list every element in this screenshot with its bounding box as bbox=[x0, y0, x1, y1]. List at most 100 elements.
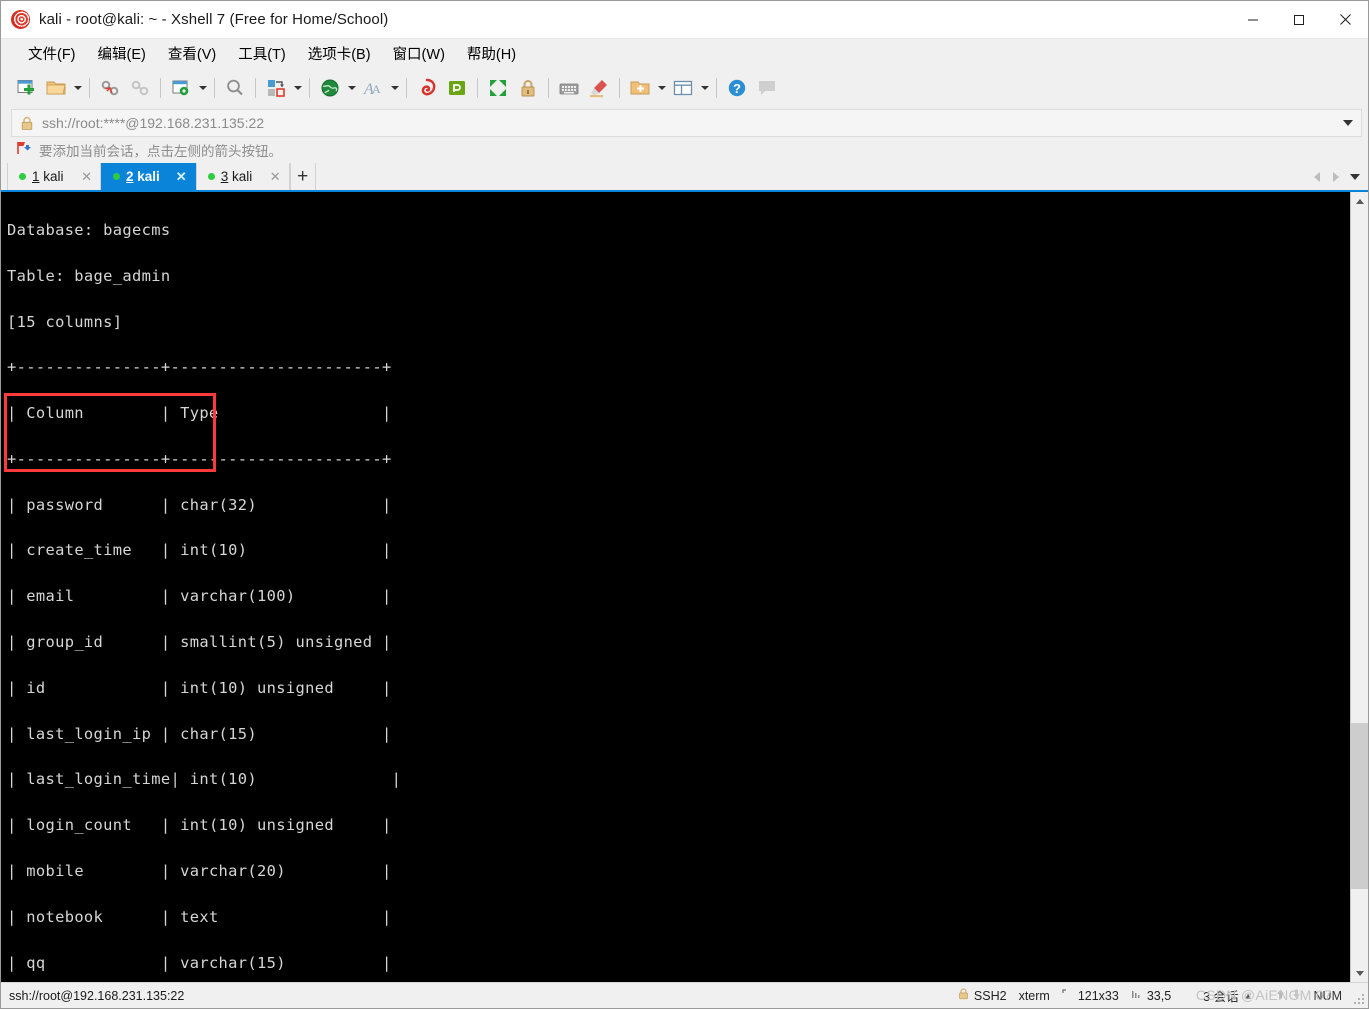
add-folder-dropdown[interactable] bbox=[655, 73, 668, 103]
status-num-lock-label: NUM bbox=[1313, 988, 1342, 1003]
globe-icon[interactable] bbox=[315, 73, 345, 103]
address-input[interactable]: ssh://root:****@192.168.231.135:22 bbox=[42, 115, 1335, 131]
xagent-icon[interactable] bbox=[442, 73, 472, 103]
layout-dropdown[interactable] bbox=[698, 73, 711, 103]
cursor-pos-icon bbox=[1131, 989, 1142, 1003]
toolbar-separator bbox=[406, 78, 407, 98]
status-transfer bbox=[1259, 988, 1308, 1003]
terminal-output[interactable]: Database: bagecms Table: bage_admin [15 … bbox=[1, 192, 1350, 982]
new-tab-button[interactable]: + bbox=[289, 163, 316, 190]
status-sessions[interactable]: 3 会话 ▲ bbox=[1177, 986, 1258, 1005]
resize-grip[interactable] bbox=[1354, 994, 1365, 1005]
find-icon[interactable] bbox=[220, 73, 250, 103]
xftp-icon[interactable] bbox=[412, 73, 442, 103]
add-folder-icon[interactable] bbox=[625, 73, 655, 103]
menu-tools[interactable]: 工具(T) bbox=[227, 39, 297, 68]
upload-icon bbox=[1275, 988, 1286, 1003]
menu-help[interactable]: 帮助(H) bbox=[456, 39, 527, 68]
tab-3-kali[interactable]: 3 kali ✕ bbox=[195, 163, 290, 190]
tab-close-icon[interactable]: ✕ bbox=[166, 170, 187, 183]
font-dropdown[interactable] bbox=[388, 73, 401, 103]
svg-text:?: ? bbox=[733, 81, 741, 96]
open-folder-dropdown[interactable] bbox=[71, 73, 84, 103]
font-icon[interactable]: A A bbox=[358, 73, 388, 103]
status-term-type[interactable]: xterm bbox=[1013, 989, 1056, 1003]
connected-dot-icon bbox=[207, 173, 215, 180]
toolbar-separator bbox=[255, 78, 256, 98]
scroll-down-button[interactable] bbox=[1350, 964, 1368, 982]
address-bar[interactable]: ssh://root:****@192.168.231.135:22 bbox=[11, 109, 1362, 137]
cell-type: | char(15) | bbox=[151, 724, 392, 743]
download-icon bbox=[1291, 988, 1302, 1003]
open-folder-icon[interactable] bbox=[41, 73, 71, 103]
tab-1-kali[interactable]: 1 kali ✕ bbox=[7, 163, 101, 190]
cell-column: email bbox=[26, 587, 75, 606]
tab-close-icon[interactable]: ✕ bbox=[260, 170, 281, 183]
menu-edit[interactable]: 编辑(E) bbox=[87, 39, 157, 68]
window-title: kali - root@kali: ~ - Xshell 7 (Free for… bbox=[39, 11, 389, 28]
status-protocol[interactable]: SSH2 bbox=[952, 988, 1013, 1003]
snail-icon bbox=[8, 7, 33, 31]
menu-window[interactable]: 窗口(W) bbox=[382, 39, 456, 68]
maximize-button[interactable] bbox=[1276, 1, 1322, 39]
cell-column: login_count bbox=[26, 816, 133, 835]
highlight-icon[interactable] bbox=[584, 73, 614, 103]
table-row: | create_time | int(10) | bbox=[7, 541, 392, 560]
cell-type: | varchar(20) | bbox=[83, 862, 392, 881]
tab-list-chevron-down-icon[interactable] bbox=[1346, 166, 1364, 188]
terminal-scrollbar[interactable] bbox=[1350, 192, 1368, 982]
menu-file[interactable]: 文件(F) bbox=[17, 39, 87, 68]
terminal-line-columns: [15 columns] bbox=[7, 312, 123, 331]
lock-icon[interactable] bbox=[513, 73, 543, 103]
session-hint-bar: 要添加当前会话，点击左侧的箭头按钮。 bbox=[1, 137, 1368, 163]
lock-icon bbox=[958, 988, 969, 1003]
close-button[interactable] bbox=[1322, 1, 1368, 39]
table-row: | qq | varchar(15) | bbox=[7, 953, 392, 972]
keyboard-icon[interactable] bbox=[554, 73, 584, 103]
cell-column: create_time bbox=[26, 541, 133, 560]
reconnect-icon[interactable] bbox=[95, 73, 125, 103]
tab-2-kali[interactable]: 2 kali ✕ bbox=[101, 163, 196, 190]
chevron-down-icon[interactable] bbox=[1335, 110, 1361, 136]
new-session-icon[interactable] bbox=[11, 73, 41, 103]
minimize-button[interactable] bbox=[1230, 1, 1276, 39]
chevron-right-icon[interactable] bbox=[1327, 166, 1345, 188]
terminal-line-table: Table: bage_admin bbox=[7, 266, 171, 285]
transfer-icon[interactable] bbox=[261, 73, 291, 103]
cell-type: | int(10) | bbox=[132, 541, 392, 560]
layout-icon[interactable] bbox=[668, 73, 698, 103]
scrollbar-thumb[interactable] bbox=[1350, 722, 1368, 889]
menu-bar: 文件(F) 编辑(E) 查看(V) 工具(T) 选项卡(B) 窗口(W) 帮助(… bbox=[1, 39, 1368, 69]
menu-view[interactable]: 查看(V) bbox=[157, 39, 227, 68]
toolbar-separator bbox=[160, 78, 161, 98]
toolbar-separator bbox=[716, 78, 717, 98]
table-row: | group_id | smallint(5) unsigned | bbox=[7, 633, 392, 652]
cell-column: last_login_ip bbox=[26, 724, 152, 743]
cell-type: | int(10) unsigned | bbox=[132, 816, 392, 835]
sessions-chevron-up-icon[interactable]: ▲ bbox=[1244, 991, 1253, 1001]
status-term-type-label: xterm bbox=[1018, 988, 1050, 1003]
status-bar: ssh://root@192.168.231.135:22 SSH2 xterm… bbox=[1, 982, 1368, 1008]
cell-type: | text | bbox=[103, 907, 392, 926]
terminal-area: Database: bagecms Table: bage_admin [15 … bbox=[1, 190, 1368, 982]
cell-type: | smallint(5) unsigned | bbox=[103, 633, 392, 652]
scrollbar-track[interactable] bbox=[1350, 210, 1368, 964]
globe-dropdown[interactable] bbox=[345, 73, 358, 103]
transfer-dropdown[interactable] bbox=[291, 73, 304, 103]
session-properties-dropdown[interactable] bbox=[196, 73, 209, 103]
cell-type: | char(32) | bbox=[103, 495, 392, 514]
chevron-left-icon[interactable] bbox=[1308, 166, 1326, 188]
terminal-line-database: Database: bagecms bbox=[7, 220, 171, 239]
toolbar: A A ? bbox=[1, 69, 1368, 107]
connected-dot-icon bbox=[113, 173, 120, 180]
scroll-up-button[interactable] bbox=[1350, 192, 1368, 210]
table-row: | password | char(32) | bbox=[7, 495, 392, 514]
fullscreen-icon[interactable] bbox=[483, 73, 513, 103]
menu-tabs[interactable]: 选项卡(B) bbox=[297, 39, 382, 68]
status-cursor-position: 33,5 bbox=[1125, 989, 1177, 1003]
session-properties-icon[interactable] bbox=[166, 73, 196, 103]
table-row: | last_login_time| int(10) | bbox=[7, 770, 402, 789]
help-icon[interactable]: ? bbox=[722, 73, 752, 103]
tab-label: 1 kali bbox=[32, 169, 64, 184]
tab-close-icon[interactable]: ✕ bbox=[71, 170, 92, 183]
